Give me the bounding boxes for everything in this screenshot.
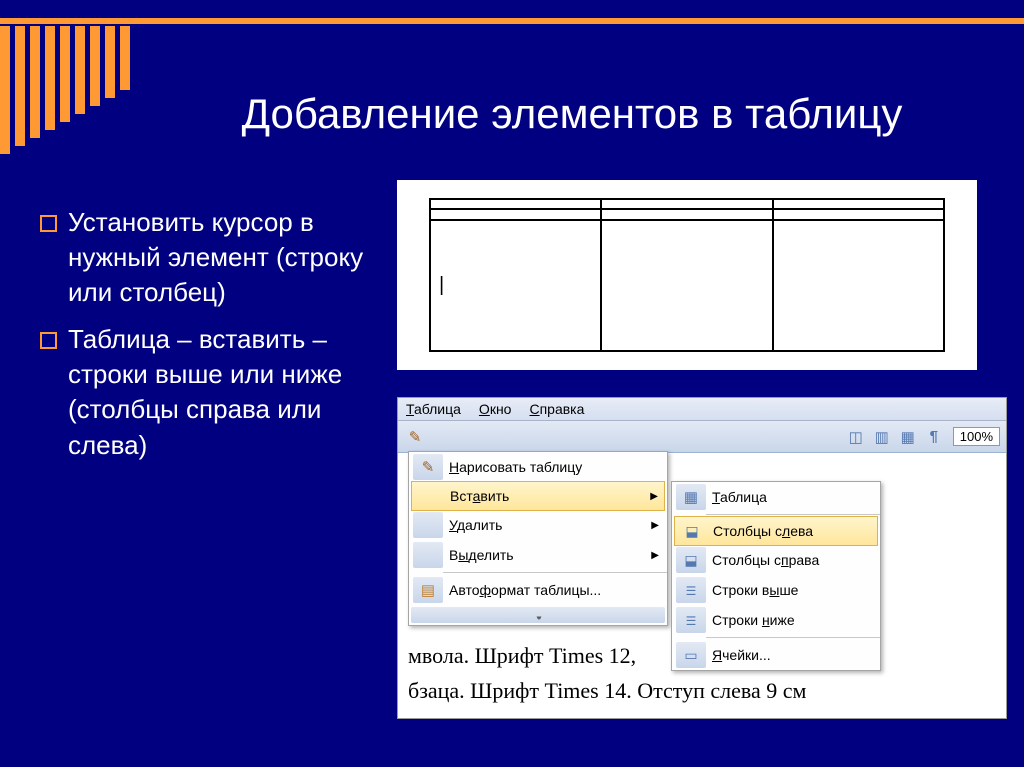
- menu-separator: [443, 572, 667, 573]
- menu-help[interactable]: Справка: [529, 401, 584, 417]
- rows-below-icon: [686, 612, 697, 628]
- doc-line-1: мвола. Шрифт Times 12,: [408, 638, 996, 673]
- submenu-arrow-icon: ▶: [650, 491, 658, 502]
- example-table-image: |: [397, 180, 977, 370]
- toolbar-show-para[interactable]: [923, 426, 945, 448]
- menu-separator: [706, 514, 880, 515]
- menu-draw-table[interactable]: Нарисовать таблицу: [409, 452, 667, 482]
- chevron-down-icon: [538, 607, 540, 623]
- document-text: мвола. Шрифт Times 12, бзаца. Шрифт Time…: [408, 638, 996, 708]
- example-table: |: [429, 198, 945, 352]
- toolbar-btn-3[interactable]: [871, 426, 893, 448]
- toolbar-btn-2[interactable]: [845, 426, 867, 448]
- menu-insert[interactable]: Вставить ▶: [411, 481, 665, 511]
- doc-line-2: бзаца. Шрифт Times 14. Отступ слева 9 см: [408, 673, 996, 708]
- bullet-1: Установить курсор в нужный элемент (стро…: [40, 205, 385, 310]
- decoration-top-bar: [0, 18, 1024, 24]
- cursor-cell: |: [430, 220, 601, 351]
- word-screenshot: Таблица Окно Справка 100% Нарисовать таб…: [397, 397, 1007, 719]
- menu-expand[interactable]: [411, 607, 665, 623]
- toolbar-btn-4[interactable]: [897, 426, 919, 448]
- autoformat-icon: [421, 581, 435, 599]
- submenu-table[interactable]: Таблица: [672, 482, 880, 512]
- table-menu-dropdown: Нарисовать таблицу Вставить ▶ Удалить ▶ …: [408, 451, 668, 626]
- slide-title: Добавление элементов в таблицу: [160, 90, 984, 138]
- table-icon: [684, 488, 698, 506]
- columns-left-icon: [685, 523, 698, 540]
- columns-right-icon: [684, 552, 697, 569]
- menu-window[interactable]: Окно: [479, 401, 512, 417]
- submenu-arrow-icon: ▶: [651, 520, 659, 531]
- menu-delete[interactable]: Удалить ▶: [409, 510, 667, 540]
- pencil-icon: [422, 458, 435, 476]
- bullet-2: Таблица – вставить – строки выше или ниж…: [40, 322, 385, 462]
- submenu-cols-right[interactable]: Столбцы справа: [672, 545, 880, 575]
- menu-autoformat[interactable]: Автоформат таблицы...: [409, 575, 667, 605]
- menu-table[interactable]: Таблица: [406, 401, 461, 417]
- bullet-list: Установить курсор в нужный элемент (стро…: [40, 205, 385, 475]
- submenu-rows-below[interactable]: Строки ниже: [672, 605, 880, 635]
- menu-bar: Таблица Окно Справка: [398, 398, 1006, 421]
- submenu-rows-above[interactable]: Строки выше: [672, 575, 880, 605]
- rows-above-icon: [686, 582, 697, 598]
- decoration-vertical-bars: [0, 26, 135, 154]
- toolbar-btn-1[interactable]: [404, 426, 426, 448]
- menu-select[interactable]: Выделить ▶: [409, 540, 667, 570]
- zoom-control[interactable]: 100%: [953, 427, 1000, 446]
- submenu-cols-left[interactable]: Столбцы слева: [674, 516, 878, 546]
- document-area: Нарисовать таблицу Вставить ▶ Удалить ▶ …: [398, 453, 1006, 718]
- submenu-arrow-icon: ▶: [651, 550, 659, 561]
- toolbar: 100%: [398, 421, 1006, 453]
